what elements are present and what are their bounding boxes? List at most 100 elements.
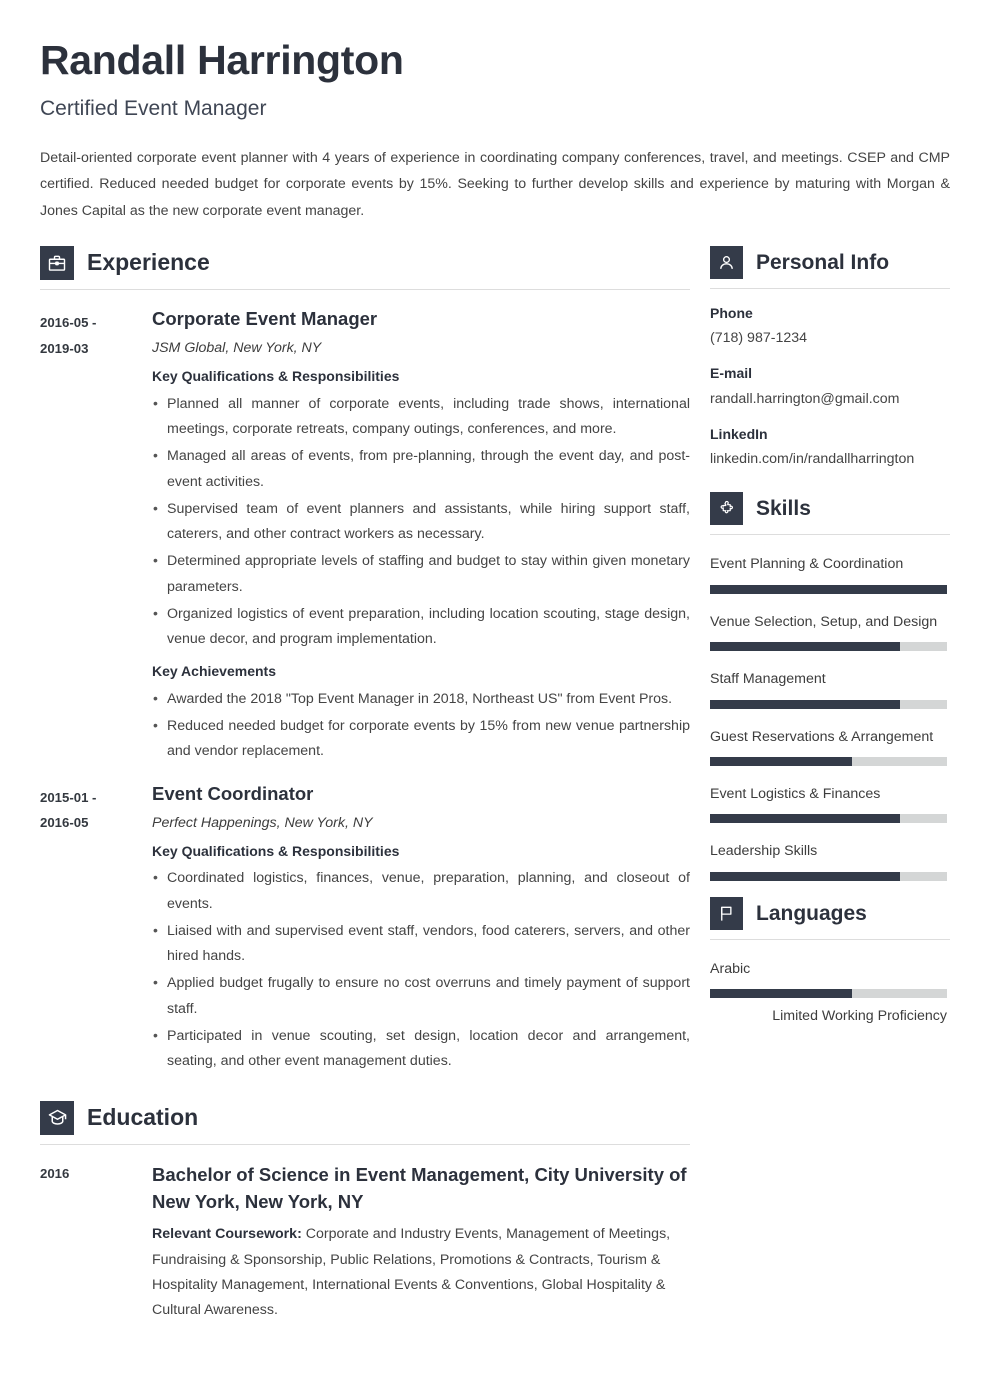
education-body: Bachelor of Science in Event Management,… xyxy=(152,1161,690,1324)
experience-title: Experience xyxy=(87,249,210,276)
entry-company: JSM Global, New York, NY xyxy=(152,340,322,357)
entry-dates: 2016-05 - 2019-03 xyxy=(40,307,152,765)
languages-list: Arabic Limited Working Proficiency xyxy=(710,957,950,1024)
skill-item: Venue Selection, Setup, and Design xyxy=(710,610,950,652)
language-item: Arabic Limited Working Proficiency xyxy=(710,957,950,1024)
list-item: Determined appropriate levels of staffin… xyxy=(152,548,690,600)
language-name: Arabic xyxy=(710,960,751,977)
skill-bar-fill xyxy=(710,871,900,881)
entry-achievements-list: Awarded the 2018 "Top Event Manager in 2… xyxy=(152,686,690,765)
resume-header: Randall Harrington Certified Event Manag… xyxy=(40,37,950,224)
skill-bar-track xyxy=(710,642,947,652)
language-bar-track xyxy=(710,989,947,999)
skill-bar-fill xyxy=(710,814,900,824)
list-item: Liaised with and supervised event staff,… xyxy=(152,918,690,970)
skill-item: Staff Management xyxy=(710,667,950,709)
person-icon xyxy=(710,245,743,279)
skill-name: Event Logistics & Finances xyxy=(710,785,881,802)
entry-achievements-heading: Key Achievements xyxy=(152,663,276,680)
main-column: Experience 2016-05 - 2019-03 Corporate E… xyxy=(40,245,690,1324)
skill-bar-track xyxy=(710,814,947,824)
info-item-linkedin: LinkedIn linkedin.com/in/randallharringt… xyxy=(710,425,950,470)
personal-info-section: Personal Info Phone (718) 987-1234 E-mai… xyxy=(710,245,950,470)
info-item-phone: Phone (718) 987-1234 xyxy=(710,304,950,349)
personal-info-title: Personal Info xyxy=(756,250,890,274)
skills-divider xyxy=(710,534,950,536)
job-title: Certified Event Manager xyxy=(40,96,267,120)
list-item: Planned all manner of corporate events, … xyxy=(152,391,690,443)
skill-bar-track xyxy=(710,871,947,881)
info-label: LinkedIn xyxy=(710,425,768,442)
languages-divider xyxy=(710,938,950,940)
education-divider xyxy=(40,1143,690,1145)
education-coursework: Relevant Coursework: Corporate and Indus… xyxy=(152,1222,690,1323)
skills-title: Skills xyxy=(756,497,811,521)
education-title: Education xyxy=(87,1104,199,1131)
skill-bar-fill xyxy=(710,756,853,766)
entry-company: Perfect Happenings, New York, NY xyxy=(152,814,373,831)
flag-icon xyxy=(710,896,743,930)
skill-name: Leadership Skills xyxy=(710,843,818,860)
experience-section-header: Experience xyxy=(40,245,690,280)
info-label: E-mail xyxy=(710,365,753,382)
list-item: Organized logistics of event preparation… xyxy=(152,601,690,653)
info-item-email: E-mail randall.harrington@gmail.com xyxy=(710,364,950,409)
education-date: 2016 xyxy=(40,1165,70,1181)
skills-section: Skills Event Planning & Coordination Ven… xyxy=(710,492,950,881)
info-value[interactable]: linkedin.com/in/randallharrington xyxy=(710,450,950,470)
personal-info-divider xyxy=(710,287,950,289)
entry-date-end: 2016-05 xyxy=(40,815,89,831)
entry-job-title: Corporate Event Manager xyxy=(152,307,378,329)
list-item: Supervised team of event planners and as… xyxy=(152,496,690,548)
entry-body: Event Coordinator Perfect Happenings, Ne… xyxy=(152,782,690,1075)
languages-section: Languages Arabic Limited Working Profici… xyxy=(710,896,950,1024)
graduation-cap-icon xyxy=(40,1100,74,1135)
info-value: (718) 987-1234 xyxy=(710,330,808,347)
language-proficiency: Limited Working Proficiency xyxy=(772,1008,947,1025)
puzzle-piece-icon xyxy=(710,492,743,526)
info-label: Phone xyxy=(710,304,753,321)
entry-qualifications-list: Coordinated logistics, finances, venue, … xyxy=(152,865,690,1075)
skill-bar-track xyxy=(710,584,947,594)
page-title: Randall Harrington xyxy=(40,37,404,83)
list-item: Participated in venue scouting, set desi… xyxy=(152,1023,690,1075)
resume-page: Randall Harrington Certified Event Manag… xyxy=(0,0,990,1323)
skill-name: Event Planning & Coordination xyxy=(710,556,904,573)
skills-section-header: Skills xyxy=(710,492,950,526)
education-entry: 2016 Bachelor of Science in Event Manage… xyxy=(40,1161,690,1324)
skill-name: Venue Selection, Setup, and Design xyxy=(710,613,938,630)
skill-item: Leadership Skills xyxy=(710,839,950,881)
entry-qualifications-heading: Key Qualifications & Responsibilities xyxy=(152,368,400,385)
info-value[interactable]: randall.harrington@gmail.com xyxy=(710,390,950,410)
personal-info-section-header: Personal Info xyxy=(710,245,950,279)
experience-divider xyxy=(40,288,690,290)
education-section-header: Education xyxy=(40,1100,690,1135)
skill-name: Guest Reservations & Arrangement xyxy=(710,728,934,745)
entry-qualifications-heading: Key Qualifications & Responsibilities xyxy=(152,843,400,860)
skill-bar-fill xyxy=(710,642,900,652)
experience-section: Experience 2016-05 - 2019-03 Corporate E… xyxy=(40,245,690,1075)
skill-bar-fill xyxy=(710,699,900,709)
list-item: Coordinated logistics, finances, venue, … xyxy=(152,865,690,917)
skill-name: Staff Management xyxy=(710,671,826,688)
entry-date-end: 2019-03 xyxy=(40,340,89,356)
coursework-label: Relevant Coursework: xyxy=(152,1226,302,1243)
skill-item: Event Planning & Coordination xyxy=(710,552,950,594)
skill-bar-fill xyxy=(710,584,947,594)
experience-entry: 2016-05 - 2019-03 Corporate Event Manage… xyxy=(40,307,690,765)
entry-job-title: Event Coordinator xyxy=(152,782,314,804)
languages-title: Languages xyxy=(756,901,867,925)
summary-paragraph: Detail-oriented corporate event planner … xyxy=(40,150,950,219)
skill-item: Guest Reservations & Arrangement xyxy=(710,725,950,766)
list-item: Applied budget frugally to ensure no cos… xyxy=(152,970,690,1022)
skill-bar-track xyxy=(710,699,947,709)
entry-body: Corporate Event Manager JSM Global, New … xyxy=(152,307,690,765)
experience-entry: 2015-01 - 2016-05 Event Coordinator Perf… xyxy=(40,782,690,1075)
entry-dates: 2015-01 - 2016-05 xyxy=(40,782,152,1075)
entry-qualifications-list: Planned all manner of corporate events, … xyxy=(152,391,690,653)
content-columns: Experience 2016-05 - 2019-03 Corporate E… xyxy=(40,245,950,1324)
list-item: Reduced needed budget for corporate even… xyxy=(152,713,690,765)
briefcase-icon xyxy=(40,245,74,280)
education-degree: Bachelor of Science in Event Management,… xyxy=(152,1163,687,1212)
skill-item: Event Logistics & Finances xyxy=(710,782,950,824)
